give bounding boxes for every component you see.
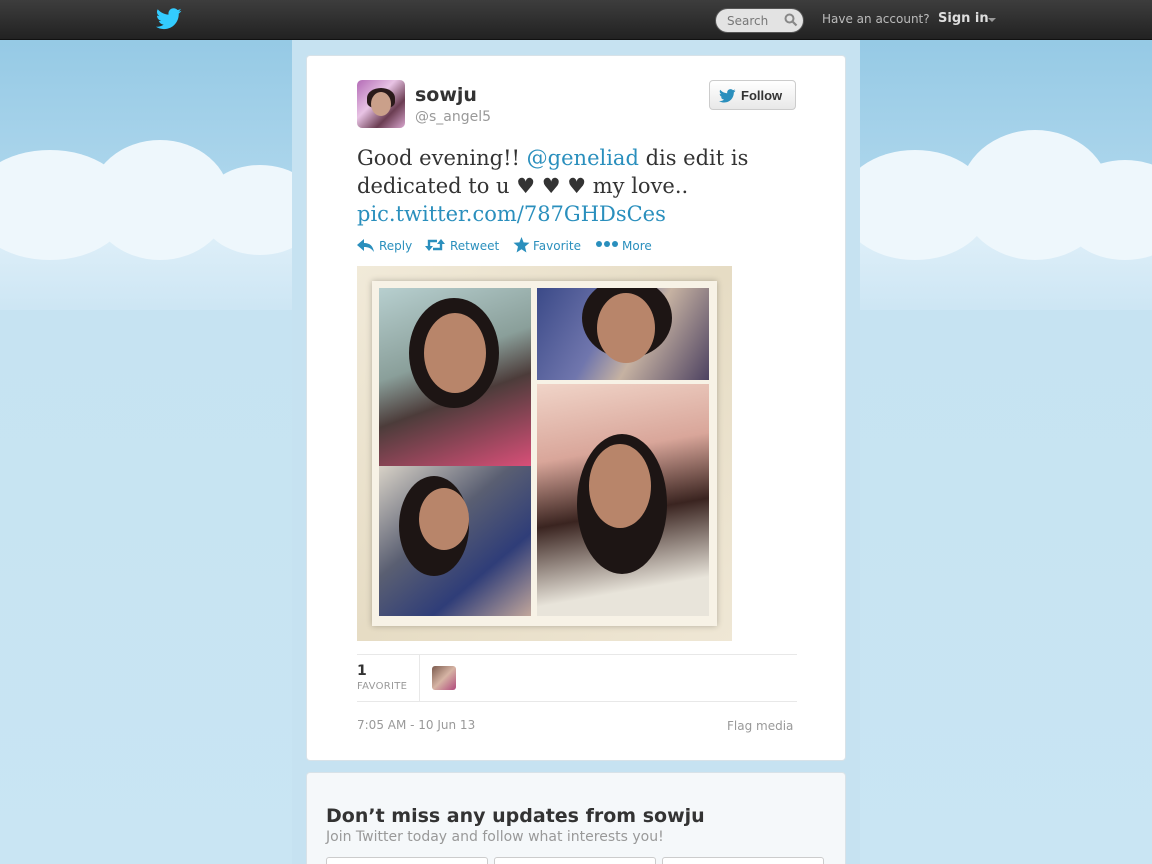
search-box[interactable] (715, 8, 804, 33)
tweet-media-image[interactable] (357, 266, 732, 641)
follow-button[interactable]: Follow (709, 80, 796, 110)
retweet-icon (425, 239, 445, 251)
signin-link[interactable]: Sign in (938, 11, 989, 26)
have-account-text: Have an account? (822, 12, 930, 26)
search-input[interactable] (727, 13, 785, 29)
tweet-stats: 1 FAVORITE (357, 654, 797, 702)
author-name[interactable]: sowju (415, 84, 477, 106)
tweet-card: sowju @s_angel5 Follow Good evening!! @g… (306, 55, 846, 761)
signup-subtitle: Join Twitter today and follow what inter… (326, 829, 664, 845)
reply-label: Reply (379, 239, 413, 253)
collage-photo (537, 384, 709, 616)
star-icon (513, 237, 530, 253)
tweet-text: Good evening!! @geneliad dis edit is ded… (357, 144, 797, 228)
top-navigation-bar: Have an account? Sign in (0, 0, 1152, 40)
author-avatar[interactable] (357, 80, 405, 128)
signup-title: Don’t miss any updates from sowju (326, 805, 705, 827)
favoriter-avatar[interactable] (432, 666, 456, 690)
retweet-label: Retweet (450, 239, 500, 253)
search-icon[interactable] (784, 13, 798, 27)
tweet-text-prefix: Good evening!! (357, 146, 527, 170)
favorite-count[interactable]: 1 (357, 663, 367, 679)
follow-label: Follow (741, 88, 783, 103)
twitter-bird-icon[interactable] (156, 8, 182, 30)
mention-link[interactable]: @geneliad (527, 146, 639, 170)
signup-name-field[interactable] (326, 857, 488, 864)
collage-photo (537, 288, 709, 380)
tweet-timestamp[interactable]: 7:05 AM - 10 Jun 13 (357, 718, 475, 732)
signup-card: Don’t miss any updates from sowju Join T… (306, 772, 846, 864)
collage-photo (379, 466, 531, 616)
author-handle[interactable]: @s_angel5 (415, 109, 491, 125)
favorite-label: Favorite (533, 239, 581, 253)
signup-email-field[interactable] (494, 857, 656, 864)
chevron-down-icon[interactable] (988, 18, 996, 22)
more-dots-icon (596, 241, 618, 247)
media-link[interactable]: pic.twitter.com/787GHDsCes (357, 202, 666, 226)
stats-divider (419, 655, 420, 701)
collage-photo (379, 288, 531, 466)
flag-media-link[interactable]: Flag media (727, 719, 793, 733)
more-label: More (622, 239, 652, 253)
twitter-bird-icon (719, 89, 736, 103)
signup-password-field[interactable] (662, 857, 824, 864)
favorite-count-label[interactable]: FAVORITE (357, 681, 407, 692)
reply-icon (357, 239, 374, 252)
avatar-face (371, 92, 391, 116)
